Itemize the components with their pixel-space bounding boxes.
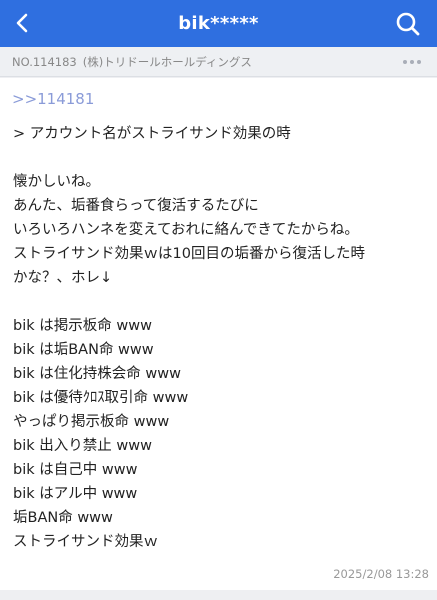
post-line: bik は優待ｸﾛｽ取引命 www	[13, 390, 189, 406]
post-line	[13, 290, 428, 314]
post-line: 懐かしいね。	[13, 174, 100, 190]
post-line: ストライサンド効果ｗは10回目の垢番から復活した時	[13, 246, 365, 262]
post-line: あんた、垢番食らって復活するたびに	[13, 198, 259, 214]
post-card: >>114181 > アカウント名がストライサンド効果の時 懐かしいね。 あんた…	[0, 78, 437, 590]
post-line	[13, 146, 428, 170]
chevron-left-icon	[16, 13, 28, 33]
post-line: いろいろハンネを変えておれに絡んできてたからね。	[13, 222, 359, 238]
post-line: bik はアル中 www	[13, 486, 138, 502]
more-options-button[interactable]	[399, 54, 425, 70]
more-horizontal-icon	[410, 60, 414, 64]
page-title: bik*****	[178, 13, 259, 34]
post-line: ストライサンド効果ｗ	[13, 534, 158, 550]
company-name: (株)トリドールホールディングス	[82, 54, 252, 69]
reply-anchor-link[interactable]: >>114181	[12, 90, 94, 108]
search-button[interactable]	[391, 7, 425, 41]
post-line: やっぱり掲示板命 www	[13, 414, 170, 430]
post-body: > アカウント名がストライサンド効果の時 懐かしいね。 あんた、垢番食らって復活…	[13, 122, 428, 554]
more-horizontal-icon	[417, 60, 421, 64]
post-line: 垢BAN命 www	[13, 510, 113, 526]
post-line: > アカウント名がストライサンド効果の時	[13, 126, 291, 142]
post-line: bik は垢BAN命 www	[13, 342, 154, 358]
post-line: かな？、ホレ↓	[13, 270, 113, 286]
post-number: NO.114183	[12, 54, 77, 69]
post-line: bik は住化持株会命 www	[13, 366, 181, 382]
search-icon	[396, 12, 420, 36]
page-footer-gap	[0, 590, 437, 600]
post-timestamp: 2025/2/08 13:28	[333, 567, 429, 581]
post-line: bik は掲示板命 www	[13, 318, 152, 334]
post-line: bik は自己中 www	[13, 462, 138, 478]
more-horizontal-icon	[403, 60, 407, 64]
post-meta-bar: NO.114183 (株)トリドールホールディングス	[0, 47, 437, 77]
post-line: bik 出入り禁止 www	[13, 438, 152, 454]
back-button[interactable]	[6, 6, 40, 40]
top-nav-bar: bik*****	[0, 0, 437, 47]
